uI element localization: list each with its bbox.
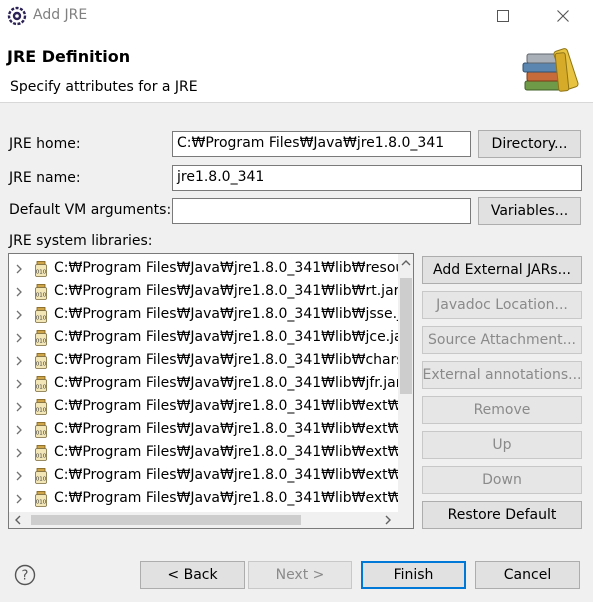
back-button[interactable]: < Back: [140, 561, 245, 589]
svg-text:?: ?: [22, 569, 29, 584]
library-item[interactable]: 010 C:₩Program Files₩Java₩jre1.8.0_341₩li…: [9, 396, 399, 419]
jre-name-label: JRE name:: [9, 170, 81, 186]
library-path: C:₩Program Files₩Java₩jre1.8.0_341₩lib₩j…: [54, 329, 399, 345]
header-description: Specify attributes for a JRE: [10, 79, 198, 95]
library-path: C:₩Program Files₩Java₩jre1.8.0_341₩lib₩r…: [54, 283, 399, 299]
library-path: C:₩Program Files₩Java₩jre1.8.0_341₩lib₩j…: [54, 306, 399, 322]
up-button[interactable]: Up: [422, 431, 582, 459]
jar-file-icon: 010: [35, 261, 47, 277]
svg-text:010: 010: [36, 270, 47, 276]
chevron-right-icon[interactable]: [14, 423, 24, 437]
javadoc-location-button[interactable]: Javadoc Location...: [422, 291, 582, 319]
svg-text:010: 010: [36, 454, 47, 460]
scroll-left-icon[interactable]: [12, 514, 24, 526]
library-item[interactable]: 010 C:₩Program Files₩Java₩jre1.8.0_341₩li…: [9, 258, 399, 281]
library-path: C:₩Program Files₩Java₩jre1.8.0_341₩lib₩r…: [54, 260, 399, 276]
svg-text:010: 010: [36, 316, 47, 322]
directory-button[interactable]: Directory...: [478, 130, 581, 158]
jar-file-icon: 010: [35, 399, 47, 415]
variables-button[interactable]: Variables...: [478, 197, 581, 225]
libraries-tree[interactable]: 010 C:₩Program Files₩Java₩jre1.8.0_341₩li…: [8, 253, 414, 529]
header-title: JRE Definition: [7, 47, 131, 66]
title-bar: Add JRE: [0, 0, 593, 32]
cancel-button[interactable]: Cancel: [475, 561, 580, 589]
restore-default-button[interactable]: Restore Default: [422, 501, 582, 529]
library-path: C:₩Program Files₩Java₩jre1.8.0_341₩lib₩e…: [54, 398, 399, 414]
library-path: C:₩Program Files₩Java₩jre1.8.0_341₩lib₩c…: [54, 352, 399, 368]
svg-text:010: 010: [36, 293, 47, 299]
svg-text:010: 010: [36, 408, 47, 414]
help-icon[interactable]: ?: [14, 564, 36, 586]
scrollbar-corner: [398, 512, 413, 528]
svg-text:010: 010: [36, 431, 47, 437]
library-path: C:₩Program Files₩Java₩jre1.8.0_341₩lib₩e…: [54, 467, 399, 483]
horizontal-scroll-thumb[interactable]: [31, 515, 301, 525]
jar-file-icon: 010: [35, 422, 47, 438]
down-button[interactable]: Down: [422, 466, 582, 494]
chevron-right-icon[interactable]: [14, 492, 24, 506]
jar-file-icon: 010: [35, 353, 47, 369]
svg-text:010: 010: [36, 339, 47, 345]
svg-text:010: 010: [36, 385, 47, 391]
scroll-right-icon[interactable]: [382, 514, 394, 526]
jar-file-icon: 010: [35, 468, 47, 484]
chevron-right-icon[interactable]: [14, 285, 24, 299]
jar-file-icon: 010: [35, 445, 47, 461]
source-attachment-button[interactable]: Source Attachment...: [422, 326, 582, 354]
books-icon: [522, 48, 579, 92]
dialog-header: JRE Definition Specify attributes for a …: [0, 32, 593, 103]
library-path: C:₩Program Files₩Java₩jre1.8.0_341₩lib₩e…: [54, 421, 399, 437]
jre-home-label: JRE home:: [9, 136, 81, 152]
jar-file-icon: 010: [35, 491, 47, 507]
svg-text:010: 010: [36, 500, 47, 506]
library-item[interactable]: 010 C:₩Program Files₩Java₩jre1.8.0_341₩li…: [9, 327, 399, 350]
horizontal-scrollbar[interactable]: [9, 512, 398, 528]
app-icon: [7, 6, 27, 26]
library-item[interactable]: 010 C:₩Program Files₩Java₩jre1.8.0_341₩li…: [9, 442, 399, 465]
chevron-right-icon[interactable]: [14, 400, 24, 414]
maximize-icon: [497, 10, 509, 22]
svg-text:010: 010: [36, 362, 47, 368]
finish-button[interactable]: Finish: [361, 561, 466, 589]
remove-button[interactable]: Remove: [422, 396, 582, 424]
libraries-label: JRE system libraries:: [9, 233, 153, 249]
library-item[interactable]: 010 C:₩Program Files₩Java₩jre1.8.0_341₩li…: [9, 304, 399, 327]
maximize-button[interactable]: [488, 4, 518, 28]
vertical-scrollbar[interactable]: [398, 254, 413, 512]
library-item[interactable]: 010 C:₩Program Files₩Java₩jre1.8.0_341₩li…: [9, 465, 399, 488]
jre-name-field[interactable]: jre1.8.0_341: [172, 165, 582, 191]
close-button[interactable]: [548, 4, 578, 28]
jar-file-icon: 010: [35, 330, 47, 346]
library-path: C:₩Program Files₩Java₩jre1.8.0_341₩lib₩e…: [54, 490, 399, 506]
next-button[interactable]: Next >: [248, 561, 352, 589]
chevron-right-icon[interactable]: [14, 308, 24, 322]
external-annotations-button[interactable]: External annotations...: [422, 361, 582, 389]
jre-home-field[interactable]: C:₩Program Files₩Java₩jre1.8.0_341: [172, 131, 471, 157]
add-external-jars-button[interactable]: Add External JARs...: [422, 256, 582, 284]
jar-file-icon: 010: [35, 284, 47, 300]
vm-args-field[interactable]: [172, 198, 471, 224]
library-item[interactable]: 010 C:₩Program Files₩Java₩jre1.8.0_341₩li…: [9, 488, 399, 511]
library-path: C:₩Program Files₩Java₩jre1.8.0_341₩lib₩j…: [54, 375, 399, 391]
chevron-right-icon[interactable]: [14, 377, 24, 391]
library-item[interactable]: 010 C:₩Program Files₩Java₩jre1.8.0_341₩li…: [9, 419, 399, 442]
jar-file-icon: 010: [35, 376, 47, 392]
window-title: Add JRE: [33, 7, 88, 23]
jar-file-icon: 010: [35, 307, 47, 323]
chevron-right-icon[interactable]: [14, 446, 24, 460]
library-item[interactable]: 010 C:₩Program Files₩Java₩jre1.8.0_341₩li…: [9, 373, 399, 396]
svg-text:010: 010: [36, 477, 47, 483]
chevron-right-icon[interactable]: [14, 469, 24, 483]
close-icon: [557, 10, 569, 22]
vertical-scroll-thumb[interactable]: [400, 278, 412, 394]
chevron-right-icon[interactable]: [14, 262, 24, 276]
library-item[interactable]: 010 C:₩Program Files₩Java₩jre1.8.0_341₩li…: [9, 281, 399, 304]
chevron-right-icon[interactable]: [14, 354, 24, 368]
library-item[interactable]: 010 C:₩Program Files₩Java₩jre1.8.0_341₩li…: [9, 350, 399, 373]
scroll-up-icon[interactable]: [400, 257, 412, 269]
vm-args-label: Default VM arguments:: [9, 202, 172, 218]
library-path: C:₩Program Files₩Java₩jre1.8.0_341₩lib₩e…: [54, 444, 399, 460]
chevron-right-icon[interactable]: [14, 331, 24, 345]
